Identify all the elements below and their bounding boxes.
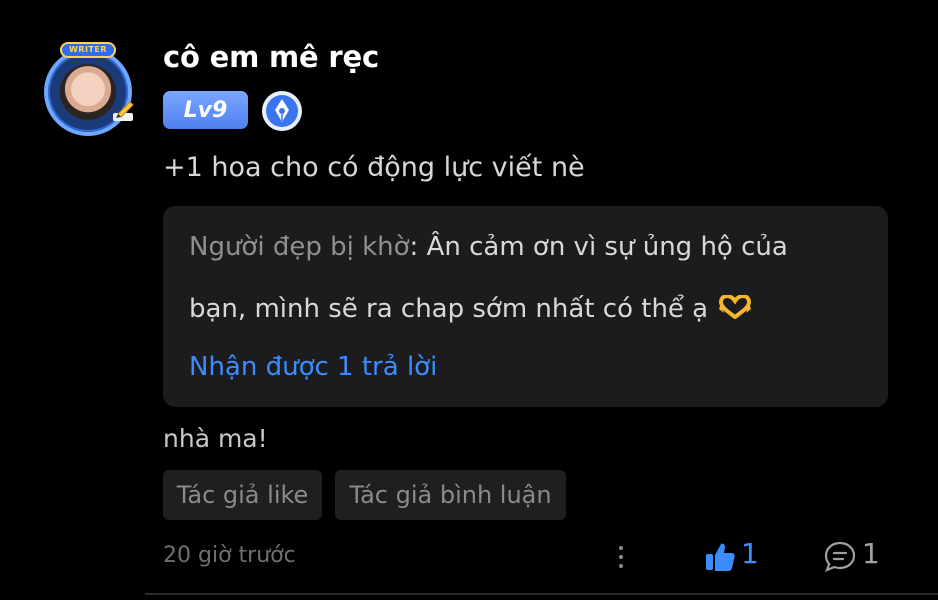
tag-author-comment: Tác giả bình luận bbox=[335, 470, 566, 520]
avatar[interactable]: WRITER bbox=[38, 40, 138, 136]
more-dot bbox=[619, 555, 623, 559]
timestamp: 20 giờ trước bbox=[163, 543, 296, 568]
reply-line-1: Người đẹp bị khờ: Ân cảm ơn vì sự ủng hộ… bbox=[189, 232, 788, 262]
view-replies-link[interactable]: Nhận được 1 trả lời bbox=[189, 352, 437, 382]
more-vertical-icon[interactable] bbox=[607, 540, 635, 574]
heart-hands-icon bbox=[719, 295, 752, 319]
comment-bubble-icon[interactable] bbox=[823, 540, 857, 574]
reply-text-1: Ân cảm ơn vì sự ủng hộ của bbox=[426, 232, 788, 262]
more-dot bbox=[619, 564, 623, 568]
reply-text-2: bạn, mình sẽ ra chap sớm nhất có thể ạ bbox=[189, 294, 709, 324]
tag-author-like: Tác giả like bbox=[163, 470, 322, 520]
more-dot bbox=[619, 546, 623, 550]
reply-separator: : bbox=[409, 232, 427, 262]
username[interactable]: cô em mê rẹc bbox=[163, 40, 379, 74]
like-count: 1 bbox=[741, 537, 759, 570]
comment-text: +1 hoa cho có động lực viết nè bbox=[163, 152, 585, 183]
avatar-photo bbox=[60, 64, 116, 120]
reply-line-2: bạn, mình sẽ ra chap sớm nhất có thể ạ bbox=[189, 294, 752, 324]
thumbs-up-icon[interactable] bbox=[704, 541, 736, 573]
reply-author[interactable]: Người đẹp bị khờ bbox=[189, 232, 410, 262]
reply-preview[interactable]: Người đẹp bị khờ: Ân cảm ơn vì sự ủng hộ… bbox=[163, 206, 888, 407]
pencil-icon bbox=[113, 101, 134, 121]
avatar-writer-badge: WRITER bbox=[60, 42, 116, 58]
reply-count: 1 bbox=[862, 537, 880, 570]
writer-pen-icon bbox=[262, 91, 302, 131]
comment-extra-text: nhà ma! bbox=[163, 424, 268, 453]
level-badge: Lv9 bbox=[163, 91, 248, 129]
divider bbox=[145, 593, 938, 595]
